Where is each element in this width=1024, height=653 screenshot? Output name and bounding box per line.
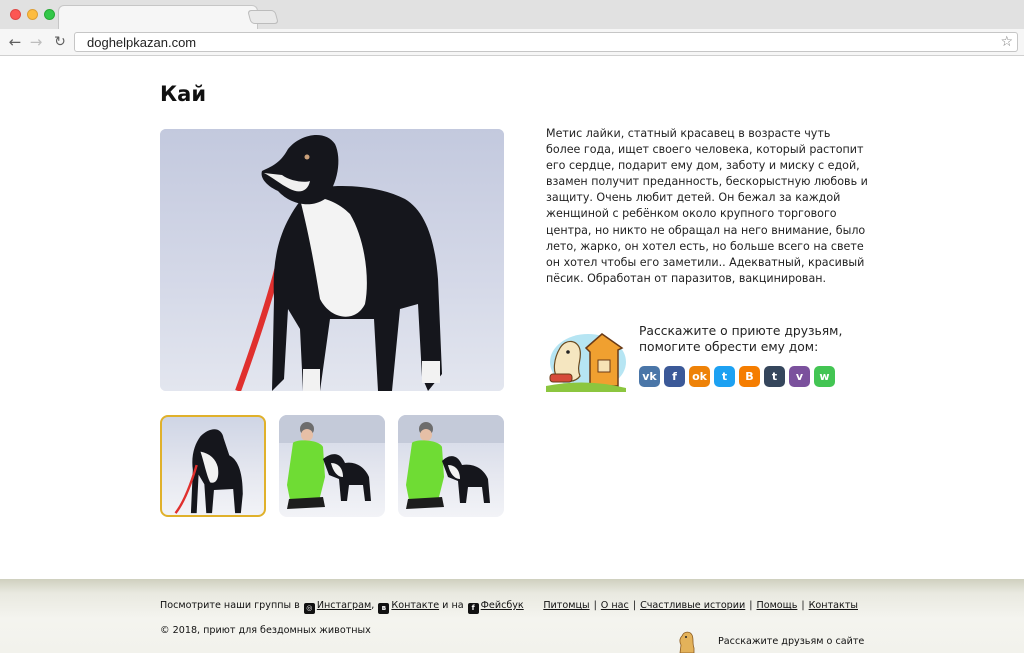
whatsapp-share-button[interactable]: w	[814, 366, 835, 387]
facebook-icon: f	[467, 603, 479, 614]
browser-toolbar: ← → ↻ doghelpkazan.com ☆	[0, 29, 1024, 56]
thumbnail-image	[174, 429, 243, 514]
thumbnail-image	[398, 415, 504, 509]
star-icon[interactable]: ☆	[1000, 33, 1013, 51]
odnoklassniki-share-button[interactable]: ok	[689, 366, 710, 387]
thumbnail-dog-standing[interactable]	[160, 415, 266, 517]
dog-house-illustration	[546, 333, 626, 392]
footer-social-groups: Посмотрите наши группы в ◎ Инстаграм, в Ко…	[160, 600, 524, 614]
minimize-window-icon[interactable]	[27, 9, 38, 20]
thumbnail-woman-with-dog-2[interactable]	[398, 415, 504, 517]
instagram-link[interactable]: Инстаграм	[317, 600, 371, 611]
vk-share-button[interactable]: vk	[639, 366, 660, 387]
browser-titlebar	[0, 0, 1024, 30]
share-prompt: Расскажите о приюте друзьям, помогите об…	[639, 324, 843, 354]
address-bar[interactable]: doghelpkazan.com ☆	[74, 32, 1018, 52]
browser-tab[interactable]	[58, 5, 258, 30]
separator: |	[632, 600, 637, 611]
footer-link-pets[interactable]: Питомцы	[543, 600, 589, 611]
thumbnail-woman-with-dog[interactable]	[279, 415, 385, 517]
url-text: doghelpkazan.com	[87, 35, 197, 50]
tumblr-share-button[interactable]: t	[764, 366, 785, 387]
instagram-icon: ◎	[303, 603, 315, 614]
footer-link-about[interactable]: О нас	[601, 600, 629, 611]
twitter-share-button[interactable]: t	[714, 366, 735, 387]
separator: |	[801, 600, 805, 611]
footer-link-help[interactable]: Помощь	[756, 600, 797, 611]
dog-photo-illustration	[160, 129, 504, 391]
reload-icon[interactable]: ↻	[51, 33, 69, 51]
separator: |	[593, 600, 597, 611]
footer-link-stories[interactable]: Счастливые истории	[640, 600, 745, 611]
footer-and-on: и на	[442, 600, 464, 611]
footer-share-text: Расскажите друзьям о сайте	[718, 636, 865, 647]
footer-link-contacts[interactable]: Контакты	[809, 600, 858, 611]
footer-nav: Питомцы | О нас | Счастливые истории | Помощь |…	[543, 600, 858, 611]
arrow-left-icon[interactable]: ←	[6, 33, 24, 51]
arrow-right-icon[interactable]: →	[27, 33, 45, 51]
viber-share-button[interactable]: v	[789, 366, 810, 387]
close-window-icon[interactable]	[10, 9, 21, 20]
thumbnail-image	[279, 415, 385, 509]
page-title: Кай	[160, 82, 207, 106]
vk-icon: в	[378, 603, 390, 614]
blogger-share-button[interactable]: B	[739, 366, 760, 387]
new-tab-button[interactable]	[247, 10, 279, 24]
dog-description: Метис лайки, статный красавец в возрасте…	[546, 127, 868, 285]
footer-groups-prefix: Посмотрите наши группы в	[160, 600, 300, 611]
main-photo[interactable]	[160, 129, 504, 391]
facebook-link[interactable]: Фейсбук	[481, 600, 524, 611]
vk-link[interactable]: Контакте	[391, 600, 439, 611]
copyright: © 2018, приют для бездомных животных	[160, 625, 371, 636]
dog-mascot-icon	[679, 631, 695, 653]
footer: Посмотрите наши группы в ◎ Инстаграм, в Ко…	[0, 579, 1024, 653]
maximize-window-icon[interactable]	[44, 9, 55, 20]
separator: |	[749, 600, 753, 611]
facebook-share-button[interactable]: f	[664, 366, 685, 387]
